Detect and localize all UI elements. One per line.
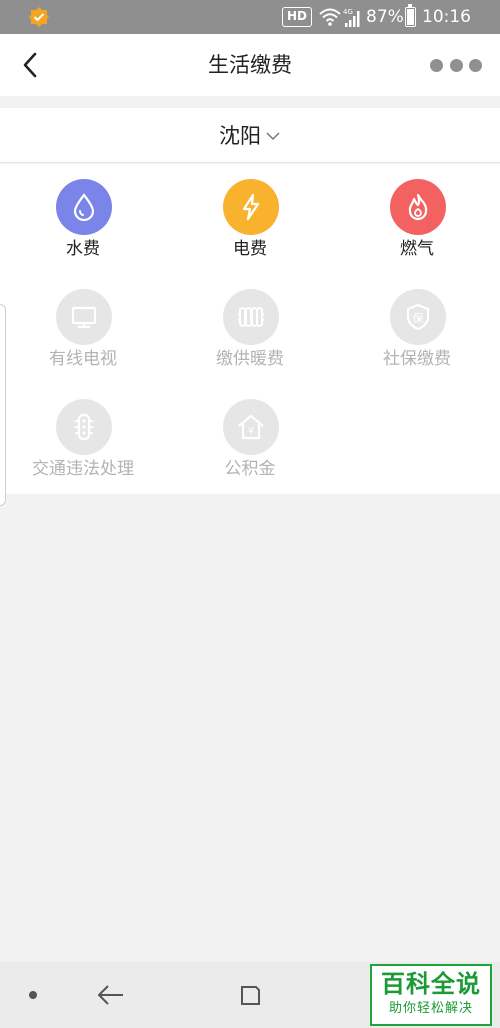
watermark-title: 百科全说 [381, 970, 481, 998]
flame-icon [408, 193, 428, 221]
svg-text:4G: 4G [343, 8, 353, 16]
service-grid: 水费 电费 燃气 有线电视 缴供暖费 保 社保缴费 交通违法处理 ¥ 公积金 [0, 164, 500, 494]
housing-fund-circle: ¥ [223, 399, 279, 455]
service-label-social-security: 社保缴费 [383, 349, 451, 369]
city-selector[interactable]: 沈阳 [0, 108, 500, 163]
lightning-icon [242, 193, 260, 221]
house-yen-icon: ¥ [238, 414, 264, 440]
app-notification-icon [29, 7, 49, 27]
svg-text:¥: ¥ [248, 426, 254, 437]
service-electric[interactable]: 电费 [167, 164, 333, 264]
service-label-heating: 缴供暖费 [216, 349, 284, 369]
radiator-icon [238, 307, 264, 327]
clock: 10:16 [422, 7, 471, 27]
water-circle [56, 179, 112, 235]
traffic-light-icon [75, 413, 93, 441]
back-icon[interactable] [96, 982, 126, 1008]
service-label-water: 水费 [66, 239, 100, 259]
city-name: 沈阳 [219, 124, 261, 148]
service-water[interactable]: 水费 [0, 164, 166, 264]
dot-icon[interactable] [29, 991, 37, 999]
watermark-subtitle: 助你轻松解决 [388, 1001, 473, 1016]
service-label-electric: 电费 [233, 239, 267, 259]
service-social-security[interactable]: 保 社保缴费 [334, 274, 500, 374]
chevron-down-icon [266, 132, 280, 141]
navigation-bar: 生活缴费 [0, 34, 500, 96]
water-drop-icon [73, 193, 95, 222]
hd-badge: HD [282, 7, 312, 27]
svg-text:保: 保 [413, 311, 424, 325]
battery-level-fill [407, 9, 414, 25]
watermark-logo: 百科全说 助你轻松解决 [370, 964, 492, 1026]
social-security-circle: 保 [390, 289, 446, 345]
service-label-housing-fund: 公积金 [224, 459, 276, 479]
page-title: 生活缴费 [208, 53, 292, 77]
service-heating[interactable]: 缴供暖费 [167, 274, 333, 374]
heating-circle [223, 289, 279, 345]
battery-icon [405, 4, 416, 27]
side-drawer-handle[interactable] [0, 304, 6, 506]
recent-apps-icon[interactable] [238, 982, 264, 1008]
status-bar: HD 4G 87% 10:16 [0, 0, 500, 34]
battery-percent: 87% [366, 7, 404, 27]
traffic-circle [56, 399, 112, 455]
electric-circle [223, 179, 279, 235]
wifi-icon [319, 8, 341, 26]
service-traffic[interactable]: 交通违法处理 [0, 384, 166, 484]
service-cable-tv[interactable]: 有线电视 [0, 274, 166, 374]
service-label-traffic: 交通违法处理 [32, 459, 134, 479]
monitor-icon [71, 306, 97, 329]
signal-icon: 4G [343, 8, 360, 27]
gas-circle [390, 179, 446, 235]
service-label-gas: 燃气 [400, 239, 434, 259]
service-housing-fund[interactable]: ¥ 公积金 [167, 384, 333, 484]
shield-icon: 保 [406, 303, 430, 331]
service-label-cable-tv: 有线电视 [49, 349, 117, 369]
cable-tv-circle [56, 289, 112, 345]
service-gas[interactable]: 燃气 [334, 164, 500, 264]
more-options-icon[interactable] [430, 56, 482, 74]
